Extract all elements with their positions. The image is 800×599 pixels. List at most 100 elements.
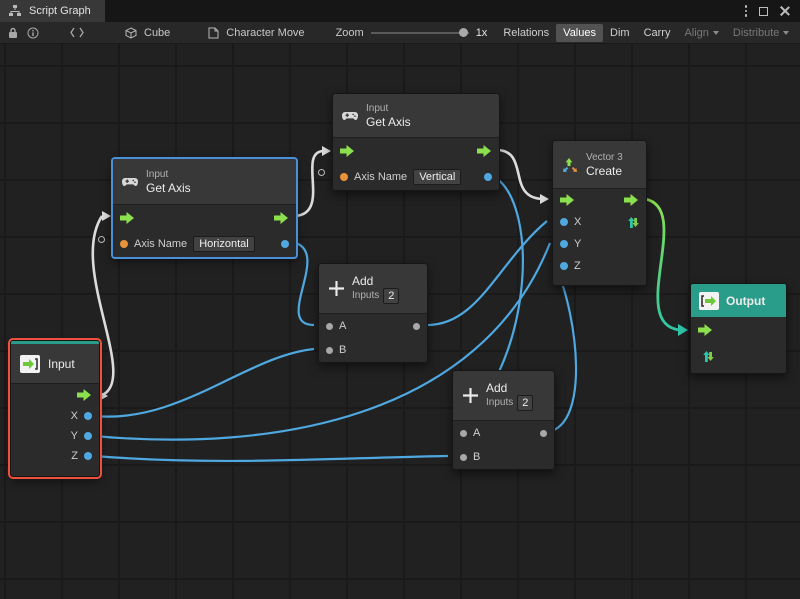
unconnected-port[interactable] [98,236,105,243]
port-b-in[interactable] [326,347,333,354]
flow-in-port[interactable] [340,145,355,157]
port-z-label: Z [574,260,581,272]
menu-kebab-icon[interactable] [745,5,748,17]
tab-script-graph[interactable]: Script Graph [0,0,105,22]
carry-button[interactable]: Carry [637,24,678,42]
lock-icon[interactable] [8,25,18,41]
port-a-label: A [339,320,346,332]
tab-bar: Script Graph [0,0,800,22]
window-controls [745,0,800,22]
flow-out-port[interactable] [274,212,289,224]
zoom-control: Zoom 1x [336,27,488,39]
breadcrumb-character-move[interactable]: Character Move [205,25,304,41]
axis-name-field[interactable]: Horizontal [193,236,255,252]
inputs-label: Inputs [352,290,379,302]
node-get-axis-vertical[interactable]: Input Get Axis Axis Name Vertical [332,93,500,191]
cube-label: Cube [144,27,170,39]
node-category: Input [146,169,191,181]
node-header[interactable]: Add Inputs 2 [453,371,554,421]
node-get-axis-horizontal[interactable]: Input Get Axis Axis Name Horizontal [112,158,297,258]
close-icon[interactable] [780,6,790,16]
axis-name-field[interactable]: Vertical [413,169,461,185]
vector-in-port[interactable] [701,350,714,363]
cube-icon [123,25,139,41]
node-category: Vector 3 [586,152,623,164]
port-y-label: Y [71,430,78,442]
port-y-in[interactable] [560,240,568,248]
port-a-in[interactable] [460,430,467,437]
sum-out-port[interactable] [413,323,420,330]
port-a-in[interactable] [326,323,333,330]
port-x-label: X [574,216,581,228]
inputs-count-field[interactable]: 2 [517,395,533,411]
node-header[interactable]: Vector 3 Create [553,141,646,189]
breadcrumb-cube[interactable]: Cube [123,25,170,41]
port-x-out[interactable] [84,412,92,420]
unconnected-port[interactable] [318,169,325,176]
value-out-port[interactable] [484,173,492,181]
node-title: Add [486,381,533,395]
zoom-slider[interactable] [371,28,469,38]
inputs-count-field[interactable]: 2 [383,288,399,304]
inputs-label: Inputs [486,397,513,409]
info-icon[interactable] [27,25,39,41]
distribute-dropdown: Distribute [726,24,796,42]
chevron-down-icon [713,31,719,35]
node-category: Input [366,103,411,115]
sum-out-port[interactable] [540,430,547,437]
flow-out-port[interactable] [624,194,639,206]
dim-button[interactable]: Dim [603,24,637,42]
node-header[interactable]: Input Get Axis [113,159,296,205]
tab-title: Script Graph [29,5,91,17]
unity-script-graph-window: Script Graph Cube Character Mo [0,0,800,599]
node-input[interactable]: Input X Y Z [10,340,100,477]
node-title: Get Axis [366,115,411,129]
zoom-value: 1x [476,27,488,39]
vector3-icon [562,157,578,173]
node-title: Output [726,294,765,308]
port-z-label: Z [71,450,78,462]
port-x-in[interactable] [560,218,568,226]
align-dropdown: Align [677,24,725,42]
flow-out-port[interactable] [77,389,92,401]
flow-in-port[interactable] [120,212,135,224]
overview-button[interactable]: Overv [796,24,800,42]
node-header[interactable]: Output [691,284,786,317]
relations-button[interactable]: Relations [496,24,556,42]
flow-out-port[interactable] [477,145,492,157]
port-x-label: X [71,410,78,422]
node-add-1[interactable]: Add Inputs 2 A B [318,263,428,363]
node-title: Add [352,274,399,288]
zoom-label: Zoom [336,27,364,39]
output-icon [699,292,719,310]
gamepad-icon [122,174,138,190]
gamepad-icon [342,108,358,124]
node-add-2[interactable]: Add Inputs 2 A B [452,370,555,470]
node-header[interactable]: Input Get Axis [333,94,499,138]
toolbar-buttons: Relations Values Dim Carry Align Distrib… [496,22,800,44]
axis-name-port[interactable] [120,240,128,248]
port-z-in[interactable] [560,262,568,270]
node-header[interactable]: Add Inputs 2 [319,264,427,314]
port-y-out[interactable] [84,432,92,440]
values-button[interactable]: Values [556,24,603,42]
port-b-label: B [339,344,346,356]
add-icon [462,388,478,404]
value-out-port[interactable] [281,240,289,248]
add-icon [328,281,344,297]
code-view-icon[interactable] [70,25,84,41]
port-z-out[interactable] [84,452,92,460]
node-title: Input [48,357,75,371]
maximize-icon[interactable] [759,7,768,16]
vector-out-port[interactable] [626,216,639,229]
flow-in-port[interactable] [560,194,575,206]
axis-name-port[interactable] [340,173,348,181]
axis-name-label: Axis Name [134,238,187,250]
port-a-label: A [473,427,480,439]
node-vector3-create[interactable]: Vector 3 Create X Y Z [552,140,647,286]
node-output[interactable]: Output [690,283,787,374]
zoom-slider-handle[interactable] [459,28,468,37]
flow-in-port[interactable] [698,324,713,336]
node-header[interactable]: Input [11,344,99,384]
port-b-in[interactable] [460,454,467,461]
